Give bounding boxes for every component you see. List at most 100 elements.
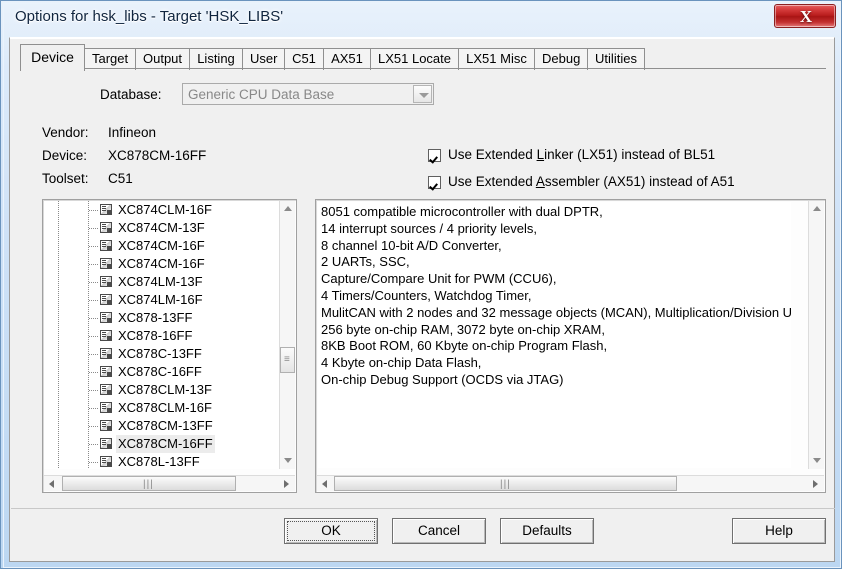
tree-elbow: [89, 228, 99, 229]
scroll-down-button[interactable]: [809, 453, 824, 469]
scroll-up-button[interactable]: [809, 201, 824, 217]
tab-lx51-misc[interactable]: LX51 Misc: [458, 48, 535, 70]
vertical-scroll-thumb[interactable]: ≡: [280, 347, 295, 373]
tree-elbow: [89, 354, 99, 355]
chip-icon: [100, 240, 112, 251]
device-list-item-label: XC874CM-13F: [116, 219, 207, 237]
checkbox-use-extended-assembler[interactable]: Use Extended Assembler (AX51) instead of…: [428, 174, 735, 189]
description-line: 8 channel 10-bit A/D Converter,: [321, 238, 791, 255]
defaults-button[interactable]: Defaults: [500, 518, 594, 544]
device-list-item[interactable]: XC878C-13FF: [44, 345, 280, 363]
close-button[interactable]: X: [774, 4, 836, 28]
tree-elbow: [89, 282, 99, 283]
tab-debug[interactable]: Debug: [534, 48, 588, 70]
toolset-label: Toolset:: [42, 171, 89, 186]
database-combobox[interactable]: Generic CPU Data Base: [182, 83, 434, 105]
device-list-item[interactable]: XC874CLM-16F: [44, 201, 280, 219]
scroll-right-button[interactable]: [279, 476, 295, 491]
checkbox-use-extended-linker[interactable]: Use Extended Linker (LX51) instead of BL…: [428, 147, 715, 162]
device-list-item[interactable]: XC874LM-13F: [44, 273, 280, 291]
checkbox-box-lx51[interactable]: [428, 149, 441, 162]
vendor-value: Infineon: [108, 125, 156, 140]
options-dialog-window: Options for hsk_libs - Target 'HSK_LIBS'…: [0, 0, 842, 569]
device-list-item[interactable]: XC874CM-16F: [44, 237, 280, 255]
device-list-item[interactable]: XC878CM-13FF: [44, 417, 280, 435]
device-description-text: 8051 compatible microcontroller with dua…: [318, 202, 791, 468]
tree-elbow: [89, 390, 99, 391]
device-list-item[interactable]: XC878CLM-13F: [44, 381, 280, 399]
device-description-box[interactable]: 8051 compatible microcontroller with dua…: [315, 199, 826, 493]
ok-button[interactable]: OK: [284, 518, 378, 544]
tab-target[interactable]: Target: [84, 48, 136, 70]
tree-elbow: [89, 318, 99, 319]
chip-icon: [100, 456, 112, 467]
device-tree[interactable]: XC874CLM-16FXC874CM-13FXC874CM-16FXC874C…: [44, 201, 280, 469]
description-line: 14 interrupt sources / 4 priority levels…: [321, 221, 791, 238]
chip-icon: [100, 312, 112, 323]
scroll-left-button[interactable]: [317, 476, 333, 491]
scroll-up-button[interactable]: [280, 201, 295, 217]
chip-icon: [100, 222, 112, 233]
tab-device[interactable]: Device: [20, 44, 85, 71]
chip-icon: [100, 420, 112, 431]
chip-icon: [100, 384, 112, 395]
tab-utilities[interactable]: Utilities: [587, 48, 645, 70]
device-list-item[interactable]: XC874CM-16F: [44, 255, 280, 273]
defaults-button-label: Defaults: [522, 523, 572, 538]
device-list-item[interactable]: XC878CLM-16F: [44, 399, 280, 417]
description-horizontal-scrollbar[interactable]: |||: [317, 475, 824, 491]
tab-label: User: [250, 51, 277, 66]
device-list-box[interactable]: XC874CLM-16FXC874CM-13FXC874CM-16FXC874C…: [42, 199, 297, 493]
scroll-right-button[interactable]: [808, 476, 824, 491]
tab-ax51[interactable]: AX51: [323, 48, 371, 70]
chevron-down-icon: [813, 458, 821, 463]
chip-icon: [100, 366, 112, 377]
checkbox-label-lx51: Use Extended Linker (LX51) instead of BL…: [448, 147, 715, 162]
tab-listing[interactable]: Listing: [189, 48, 243, 70]
device-list-item[interactable]: XC878L-13FF: [44, 453, 280, 469]
device-list-item[interactable]: XC878-13FF: [44, 309, 280, 327]
horizontal-scroll-thumb[interactable]: |||: [62, 476, 236, 491]
device-list-item-label: XC874CLM-16F: [116, 201, 214, 219]
tab-label: Target: [92, 51, 128, 66]
device-list-item-label: XC878CLM-13F: [116, 381, 214, 399]
database-dropdown-button[interactable]: [413, 85, 432, 103]
chip-icon: [100, 348, 112, 359]
window-title: Options for hsk_libs - Target 'HSK_LIBS': [15, 8, 283, 25]
device-list-item[interactable]: XC878C-16FF: [44, 363, 280, 381]
device-label: Device:: [42, 148, 87, 163]
vendor-label: Vendor:: [42, 125, 89, 140]
tree-elbow: [89, 426, 99, 427]
horizontal-scroll-thumb[interactable]: |||: [334, 476, 677, 491]
chip-icon: [100, 258, 112, 269]
tab-c51[interactable]: C51: [284, 48, 324, 70]
device-list-item[interactable]: XC874LM-16F: [44, 291, 280, 309]
tab-output[interactable]: Output: [135, 48, 190, 70]
scroll-down-button[interactable]: [280, 453, 295, 469]
checkbox-box-ax51[interactable]: [428, 176, 441, 189]
help-button[interactable]: Help: [732, 518, 826, 544]
chevron-left-icon: [49, 480, 54, 488]
tree-elbow: [89, 444, 99, 445]
cancel-button[interactable]: Cancel: [392, 518, 486, 544]
description-line: MulitCAN with 2 nodes and 32 message obj…: [321, 305, 791, 322]
chevron-down-icon: [284, 458, 292, 463]
device-list-item[interactable]: XC878-16FF: [44, 327, 280, 345]
device-list-item-label: XC878C-16FF: [116, 363, 204, 381]
device-list-item[interactable]: XC878CM-16FF: [44, 435, 280, 453]
tree-elbow: [89, 210, 99, 211]
scroll-left-button[interactable]: [44, 476, 60, 491]
tree-elbow: [89, 462, 99, 463]
device-list-item-label: XC878CM-16FF: [116, 435, 215, 453]
description-vertical-scrollbar[interactable]: [808, 201, 824, 469]
tab-strip: DeviceTargetOutputListingUserC51AX51LX51…: [20, 44, 826, 70]
device-list-vertical-scrollbar[interactable]: ≡: [279, 201, 295, 469]
title-bar[interactable]: Options for hsk_libs - Target 'HSK_LIBS'…: [1, 1, 842, 37]
description-line: 256 byte on-chip RAM, 3072 byte on-chip …: [321, 322, 791, 339]
device-list-horizontal-scrollbar[interactable]: |||: [44, 475, 295, 491]
tab-user[interactable]: User: [242, 48, 285, 70]
tab-lx51-locate[interactable]: LX51 Locate: [370, 48, 459, 70]
tab-label: Output: [143, 51, 182, 66]
description-line: 8KB Boot ROM, 60 Kbyte on-chip Program F…: [321, 338, 791, 355]
device-list-item[interactable]: XC874CM-13F: [44, 219, 280, 237]
